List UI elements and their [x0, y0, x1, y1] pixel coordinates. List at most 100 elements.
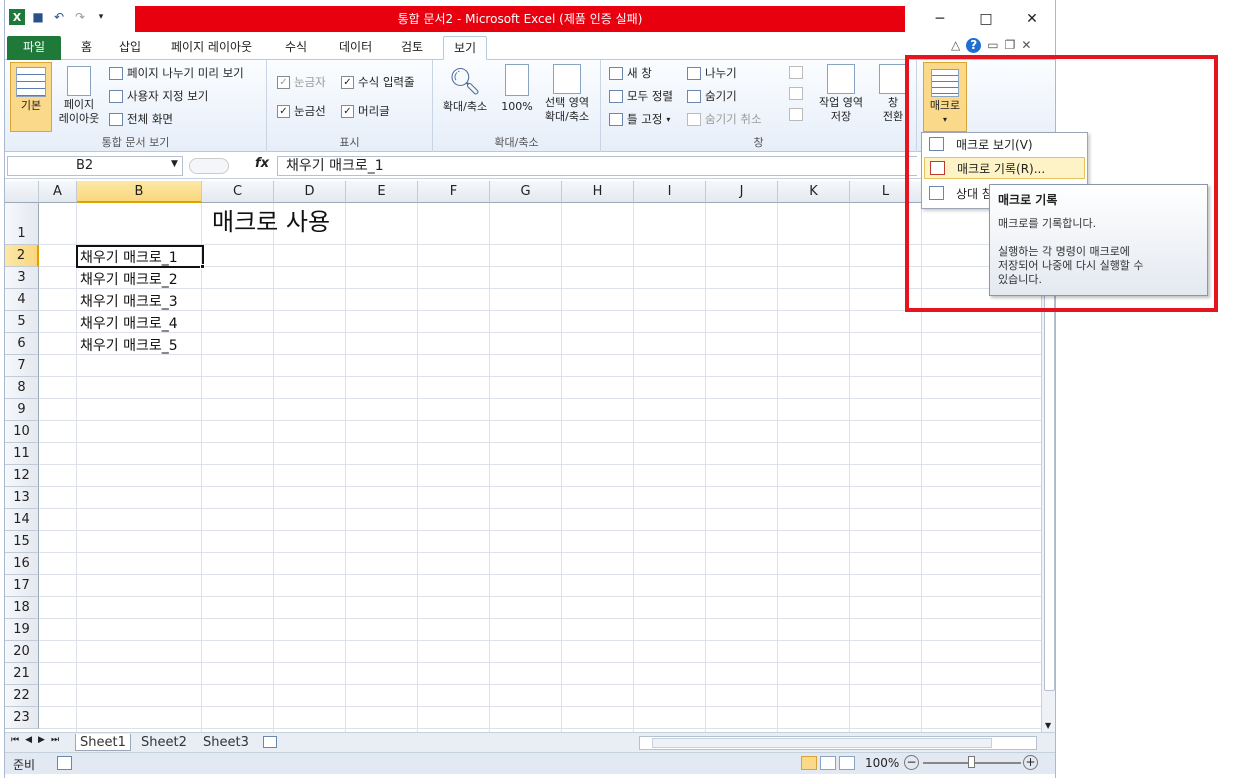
customize-qat-icon[interactable]: ▾	[93, 9, 109, 25]
row-header[interactable]: 14	[5, 509, 39, 531]
tab-home[interactable]: 홈	[71, 36, 102, 60]
hide-button[interactable]: 숨기기	[687, 87, 737, 105]
name-box[interactable]: B2	[7, 156, 183, 176]
arrange-all-button[interactable]: 모두 정렬	[609, 87, 673, 105]
row-header[interactable]: 9	[5, 399, 39, 421]
cell-b4[interactable]: 채우기 매크로_3	[80, 291, 178, 311]
new-window-button[interactable]: 새 창	[609, 64, 652, 82]
row-header[interactable]: 22	[5, 685, 39, 707]
doc-restore-icon[interactable]: ❐	[1005, 38, 1016, 53]
row-header[interactable]: 19	[5, 619, 39, 641]
column-header[interactable]: F	[418, 181, 490, 203]
zoom-button[interactable]: 🔍︎ 확대/축소	[439, 64, 491, 114]
column-header[interactable]: D	[274, 181, 346, 203]
row-header[interactable]: 23	[5, 707, 39, 729]
view-side-by-side-icon[interactable]	[789, 66, 803, 79]
tab-formulas[interactable]: 수식	[275, 36, 317, 60]
macro-record-icon[interactable]	[57, 756, 72, 770]
row-header[interactable]: 13	[5, 487, 39, 509]
zoom-slider[interactable]	[923, 756, 1021, 768]
column-header[interactable]: E	[346, 181, 418, 203]
row-header[interactable]: 3	[5, 267, 39, 289]
doc-close-icon[interactable]: ✕	[1021, 38, 1031, 53]
row-header[interactable]: 12	[5, 465, 39, 487]
custom-views-button[interactable]: 사용자 지정 보기	[109, 87, 208, 105]
collapse-ribbon-icon[interactable]: △	[951, 38, 960, 53]
headings-checkbox[interactable]: ✓ 머리글	[341, 102, 390, 120]
normal-view-button[interactable]: 기본	[10, 62, 52, 132]
column-header[interactable]: H	[562, 181, 634, 203]
zoom-100-button[interactable]: 100%	[499, 64, 535, 114]
split-button[interactable]: 나누기	[687, 64, 737, 82]
tab-page-layout[interactable]: 페이지 레이아웃	[161, 36, 262, 60]
column-header[interactable]: A	[39, 181, 77, 203]
minimize-button[interactable]: ─	[925, 8, 955, 30]
column-header[interactable]: I	[634, 181, 706, 203]
row-header[interactable]: 10	[5, 421, 39, 443]
cell-c1[interactable]: 매크로 사용	[212, 207, 330, 237]
name-box-dropdown-icon[interactable]: ▼	[171, 159, 178, 169]
column-header[interactable]: C	[202, 181, 274, 203]
column-header[interactable]: G	[490, 181, 562, 203]
zoom-to-selection-button[interactable]: 선택 영역 확대/축소	[537, 64, 597, 124]
worksheet-grid[interactable]: A B C D E F G H I J K L 1 2 3 4 5 6 7 8 9 10 11 12 1…	[5, 181, 1041, 732]
save-icon[interactable]: ■	[30, 9, 46, 25]
tab-insert[interactable]: 삽입	[109, 36, 151, 60]
row-header[interactable]: 7	[5, 355, 39, 377]
zoom-level[interactable]: 100%	[865, 756, 899, 770]
row-header[interactable]: 15	[5, 531, 39, 553]
page-layout-icon[interactable]	[820, 756, 836, 770]
tab-review[interactable]: 검토	[391, 36, 433, 60]
insert-function-icon[interactable]: fx	[255, 156, 269, 171]
reset-window-icon[interactable]	[789, 108, 803, 121]
scroll-down-icon[interactable]: ▼	[1045, 721, 1051, 730]
close-button[interactable]: ✕	[1017, 8, 1047, 30]
insert-sheet-icon[interactable]	[263, 736, 277, 748]
cell-b3[interactable]: 채우기 매크로_2	[80, 269, 178, 289]
tab-file[interactable]: 파일	[7, 36, 61, 60]
column-header[interactable]: J	[706, 181, 778, 203]
gridlines-checkbox[interactable]: ✓ 눈금선	[277, 102, 326, 120]
save-workspace-button[interactable]: 작업 영역 저장	[813, 64, 869, 124]
page-break-icon[interactable]	[839, 756, 855, 770]
row-header[interactable]: 2	[5, 245, 39, 267]
undo-icon[interactable]: ↶	[51, 9, 67, 25]
tab-data[interactable]: 데이터	[329, 36, 382, 60]
row-header[interactable]: 6	[5, 333, 39, 355]
row-header[interactable]: 4	[5, 289, 39, 311]
maximize-button[interactable]: □	[971, 8, 1001, 30]
formula-bar-checkbox[interactable]: ✓ 수식 입력줄	[341, 73, 415, 91]
page-break-preview-button[interactable]: 페이지 나누기 미리 보기	[109, 64, 244, 82]
sync-scroll-icon[interactable]	[789, 87, 803, 100]
row-header[interactable]: 20	[5, 641, 39, 663]
row-header[interactable]: 5	[5, 311, 39, 333]
cell-b5[interactable]: 채우기 매크로_4	[80, 313, 178, 333]
row-header[interactable]: 1	[5, 203, 39, 245]
redo-icon[interactable]: ↷	[72, 9, 88, 25]
row-header[interactable]: 8	[5, 377, 39, 399]
freeze-panes-button[interactable]: 틀 고정 ▾	[609, 110, 670, 128]
full-screen-button[interactable]: 전체 화면	[109, 110, 173, 128]
ruler-checkbox[interactable]: ✓ 눈금자	[277, 73, 326, 91]
fill-handle[interactable]	[200, 264, 205, 269]
row-header[interactable]: 17	[5, 575, 39, 597]
help-icon[interactable]: ?	[966, 38, 982, 53]
unhide-button[interactable]: 숨기기 취소	[687, 110, 762, 128]
doc-minimize-icon[interactable]: ▭	[987, 38, 998, 53]
row-header[interactable]: 18	[5, 597, 39, 619]
zoom-slider-thumb[interactable]	[968, 756, 975, 768]
sheet-nav-icons[interactable]: ⏮◀▶⏭	[11, 735, 65, 745]
sheet-tab-2[interactable]: Sheet2	[137, 734, 191, 751]
cell-b6[interactable]: 채우기 매크로_5	[80, 335, 178, 355]
row-header[interactable]: 11	[5, 443, 39, 465]
row-header[interactable]: 16	[5, 553, 39, 575]
tab-view[interactable]: 보기	[443, 36, 488, 60]
page-layout-view-button[interactable]: 페이지 레이아웃	[57, 66, 101, 126]
normal-view-icon[interactable]	[801, 756, 817, 770]
formula-input[interactable]: 채우기 매크로_1	[277, 156, 917, 176]
zoom-in-icon[interactable]: +	[1023, 755, 1038, 770]
zoom-out-icon[interactable]: −	[904, 755, 919, 770]
column-header[interactable]: B	[77, 181, 202, 203]
sheet-tab-1[interactable]: Sheet1	[75, 734, 131, 751]
horizontal-scrollbar[interactable]	[639, 736, 1037, 750]
